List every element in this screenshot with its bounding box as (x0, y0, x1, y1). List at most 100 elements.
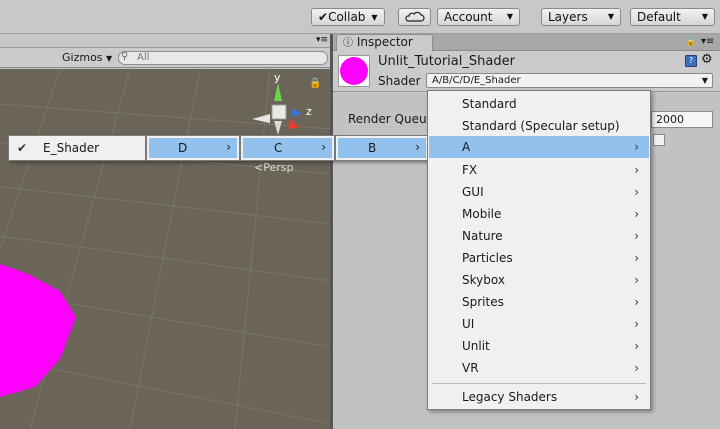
menu-separator (432, 383, 646, 384)
menu-item-mobile[interactable]: Mobile › (429, 203, 649, 225)
layers-label: Layers (548, 10, 588, 24)
axis-z-label: z (306, 105, 312, 118)
caret-down-icon: ▼ (701, 76, 708, 85)
chevron-right-icon: › (226, 140, 231, 154)
menu-item-label: UI (462, 317, 475, 331)
chevron-right-icon: › (634, 273, 639, 287)
inspector-tab-label: Inspector (356, 35, 413, 49)
shader-value: A/B/C/D/E_Shader (432, 75, 521, 86)
menu-item-legacy-shaders[interactable]: Legacy Shaders › (429, 386, 649, 408)
menu-item-unlit[interactable]: Unlit › (429, 335, 649, 357)
lock-icon[interactable]: 🔒 (309, 78, 321, 89)
material-name: Unlit_Tutorial_Shader (378, 54, 515, 69)
menu-item-label: Mobile (462, 207, 502, 221)
menu-item-label: Skybox (462, 273, 505, 287)
menu-item-vr[interactable]: VR › (429, 357, 649, 379)
menu-item-label: C (274, 141, 283, 155)
menu-item-e-shader[interactable]: ✔ E_Shader (11, 138, 143, 158)
check-icon: ✔ (17, 141, 28, 155)
menu-item-label: Legacy Shaders (462, 390, 558, 404)
shader-popup-menu: Standard Standard (Specular setup) A › F… (427, 90, 651, 410)
collab-label: Collab (328, 10, 366, 24)
scene-toolbar: Gizmos ▼ All ⚲ (0, 48, 332, 68)
magenta-mesh (0, 264, 76, 397)
gear-icon[interactable]: ⚙ (701, 52, 713, 67)
menu-item-sprites[interactable]: Sprites › (429, 291, 649, 313)
chevron-right-icon: › (634, 140, 639, 154)
menu-item-d[interactable]: D › (149, 138, 237, 158)
material-header: Unlit_Tutorial_Shader Shader A/B/C/D/E_S… (333, 51, 720, 92)
chevron-right-icon: › (634, 251, 639, 265)
chevron-right-icon: › (634, 390, 639, 404)
menu-item-fx[interactable]: FX › (429, 159, 649, 181)
chevron-right-icon: › (634, 361, 639, 375)
menu-item-standard-specular[interactable]: Standard (Specular setup) (429, 115, 649, 137)
account-dropdown[interactable]: Account ▼ (437, 8, 520, 26)
shader-label: Shader (378, 74, 421, 88)
menu-item-b[interactable]: B › (338, 138, 426, 158)
gizmos-dropdown[interactable]: Gizmos ▼ (62, 51, 112, 64)
menu-item-label: Sprites (462, 295, 504, 309)
cloud-button[interactable] (398, 8, 431, 26)
material-preview (338, 55, 370, 87)
menu-item-label: B (368, 141, 377, 155)
help-book-icon[interactable]: ? (685, 55, 697, 67)
menu-item-standard[interactable]: Standard (429, 93, 649, 115)
collab-dropdown[interactable]: ✔Collab ▼ (311, 8, 385, 26)
menu-item-c[interactable]: C › (243, 138, 332, 158)
menu-item-label: D (178, 141, 188, 155)
caret-down-icon: ▼ (371, 13, 378, 22)
submenu-b: B › (335, 135, 429, 161)
check-icon: ✔ (318, 10, 329, 24)
chevron-right-icon: › (634, 317, 639, 331)
layers-dropdown[interactable]: Layers ▼ (541, 8, 621, 26)
menu-item-label: FX (462, 163, 478, 177)
menu-item-label: Particles (462, 251, 513, 265)
submenu-c: C › (240, 135, 335, 161)
chevron-right-icon: › (415, 140, 420, 154)
submenu-d: D › (146, 135, 240, 161)
info-icon: ⓘ (343, 38, 353, 49)
menu-item-a[interactable]: A › (429, 136, 649, 158)
menu-item-ui[interactable]: UI › (429, 313, 649, 335)
lock-icon[interactable]: 🔒 (685, 37, 696, 47)
chevron-right-icon: › (321, 140, 326, 154)
menu-item-gui[interactable]: GUI › (429, 181, 649, 203)
scene-viewport[interactable]: y z 🔒 <Persp (0, 69, 332, 429)
menu-item-label: E_Shader (43, 141, 100, 155)
layout-label: Default (637, 10, 681, 24)
layout-dropdown[interactable]: Default ▼ (630, 8, 715, 26)
persp-label[interactable]: <Persp (254, 161, 293, 174)
account-label: Account (444, 10, 493, 24)
menu-item-label: GUI (462, 185, 484, 199)
cloud-icon (405, 11, 425, 22)
menu-item-label: Unlit (462, 339, 490, 353)
gpu-instancing-checkbox[interactable] (653, 134, 665, 146)
chevron-right-icon: › (634, 185, 639, 199)
render-queue-label: Render Queue (348, 112, 434, 126)
scene-search-input[interactable]: All (118, 51, 328, 65)
caret-down-icon: ▼ (701, 12, 708, 21)
panel-menu-icon[interactable]: ▾≡ (701, 36, 714, 47)
panel-menu-icon[interactable]: ▾≡ (316, 35, 328, 45)
render-queue-field[interactable]: 2000 (651, 111, 713, 128)
chevron-right-icon: › (634, 229, 639, 243)
menu-item-label: VR (462, 361, 479, 375)
chevron-right-icon: › (634, 339, 639, 353)
inspector-tab-bar: ⓘ Inspector 🔒 ▾≡ (333, 34, 720, 51)
menu-item-nature[interactable]: Nature › (429, 225, 649, 247)
scene-tab-header: ▾≡ (0, 34, 332, 48)
menu-item-particles[interactable]: Particles › (429, 247, 649, 269)
menu-item-skybox[interactable]: Skybox › (429, 269, 649, 291)
chevron-right-icon: › (634, 163, 639, 177)
menu-item-label: Standard (Specular setup) (462, 119, 620, 133)
shader-dropdown[interactable]: A/B/C/D/E_Shader ▼ (426, 73, 713, 88)
search-icon: ⚲ (121, 51, 129, 62)
chevron-right-icon: › (634, 295, 639, 309)
main-toolbar: ✔Collab ▼ Account ▼ Layers ▼ Default ▼ (0, 0, 720, 34)
chevron-right-icon: › (634, 207, 639, 221)
menu-item-label: Nature (462, 229, 503, 243)
menu-item-label: A (462, 140, 471, 154)
submenu-e: ✔ E_Shader (8, 135, 146, 161)
tab-inspector[interactable]: ⓘ Inspector (336, 34, 433, 51)
